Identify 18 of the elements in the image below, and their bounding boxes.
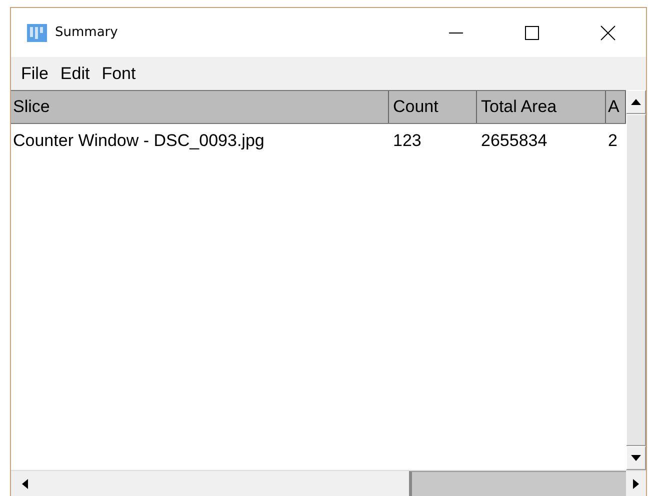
scroll-up-icon[interactable] [626,90,646,114]
horizontal-scrollbar[interactable] [11,470,646,496]
window-title: Summary [55,25,118,40]
column-header[interactable]: Slice [11,91,389,123]
table-cell-text: 123 [392,130,422,152]
maximize-icon[interactable] [524,24,540,40]
table-cell-text: 2655834 [480,130,548,152]
scroll-down-icon[interactable] [626,446,646,470]
close-icon[interactable] [600,24,616,40]
menu-item[interactable]: File [15,64,54,84]
menu-item[interactable]: Font [96,64,142,84]
column-header[interactable]: Total Area [477,91,606,123]
app-icon [27,24,47,42]
column-header[interactable]: Count [389,91,477,123]
vertical-scrollbar[interactable] [626,90,646,470]
menu-item[interactable]: Edit [54,64,96,84]
table-cell-text: 2 [607,130,618,152]
table-cell-text: Counter Window - DSC_0093.jpg [12,130,266,152]
